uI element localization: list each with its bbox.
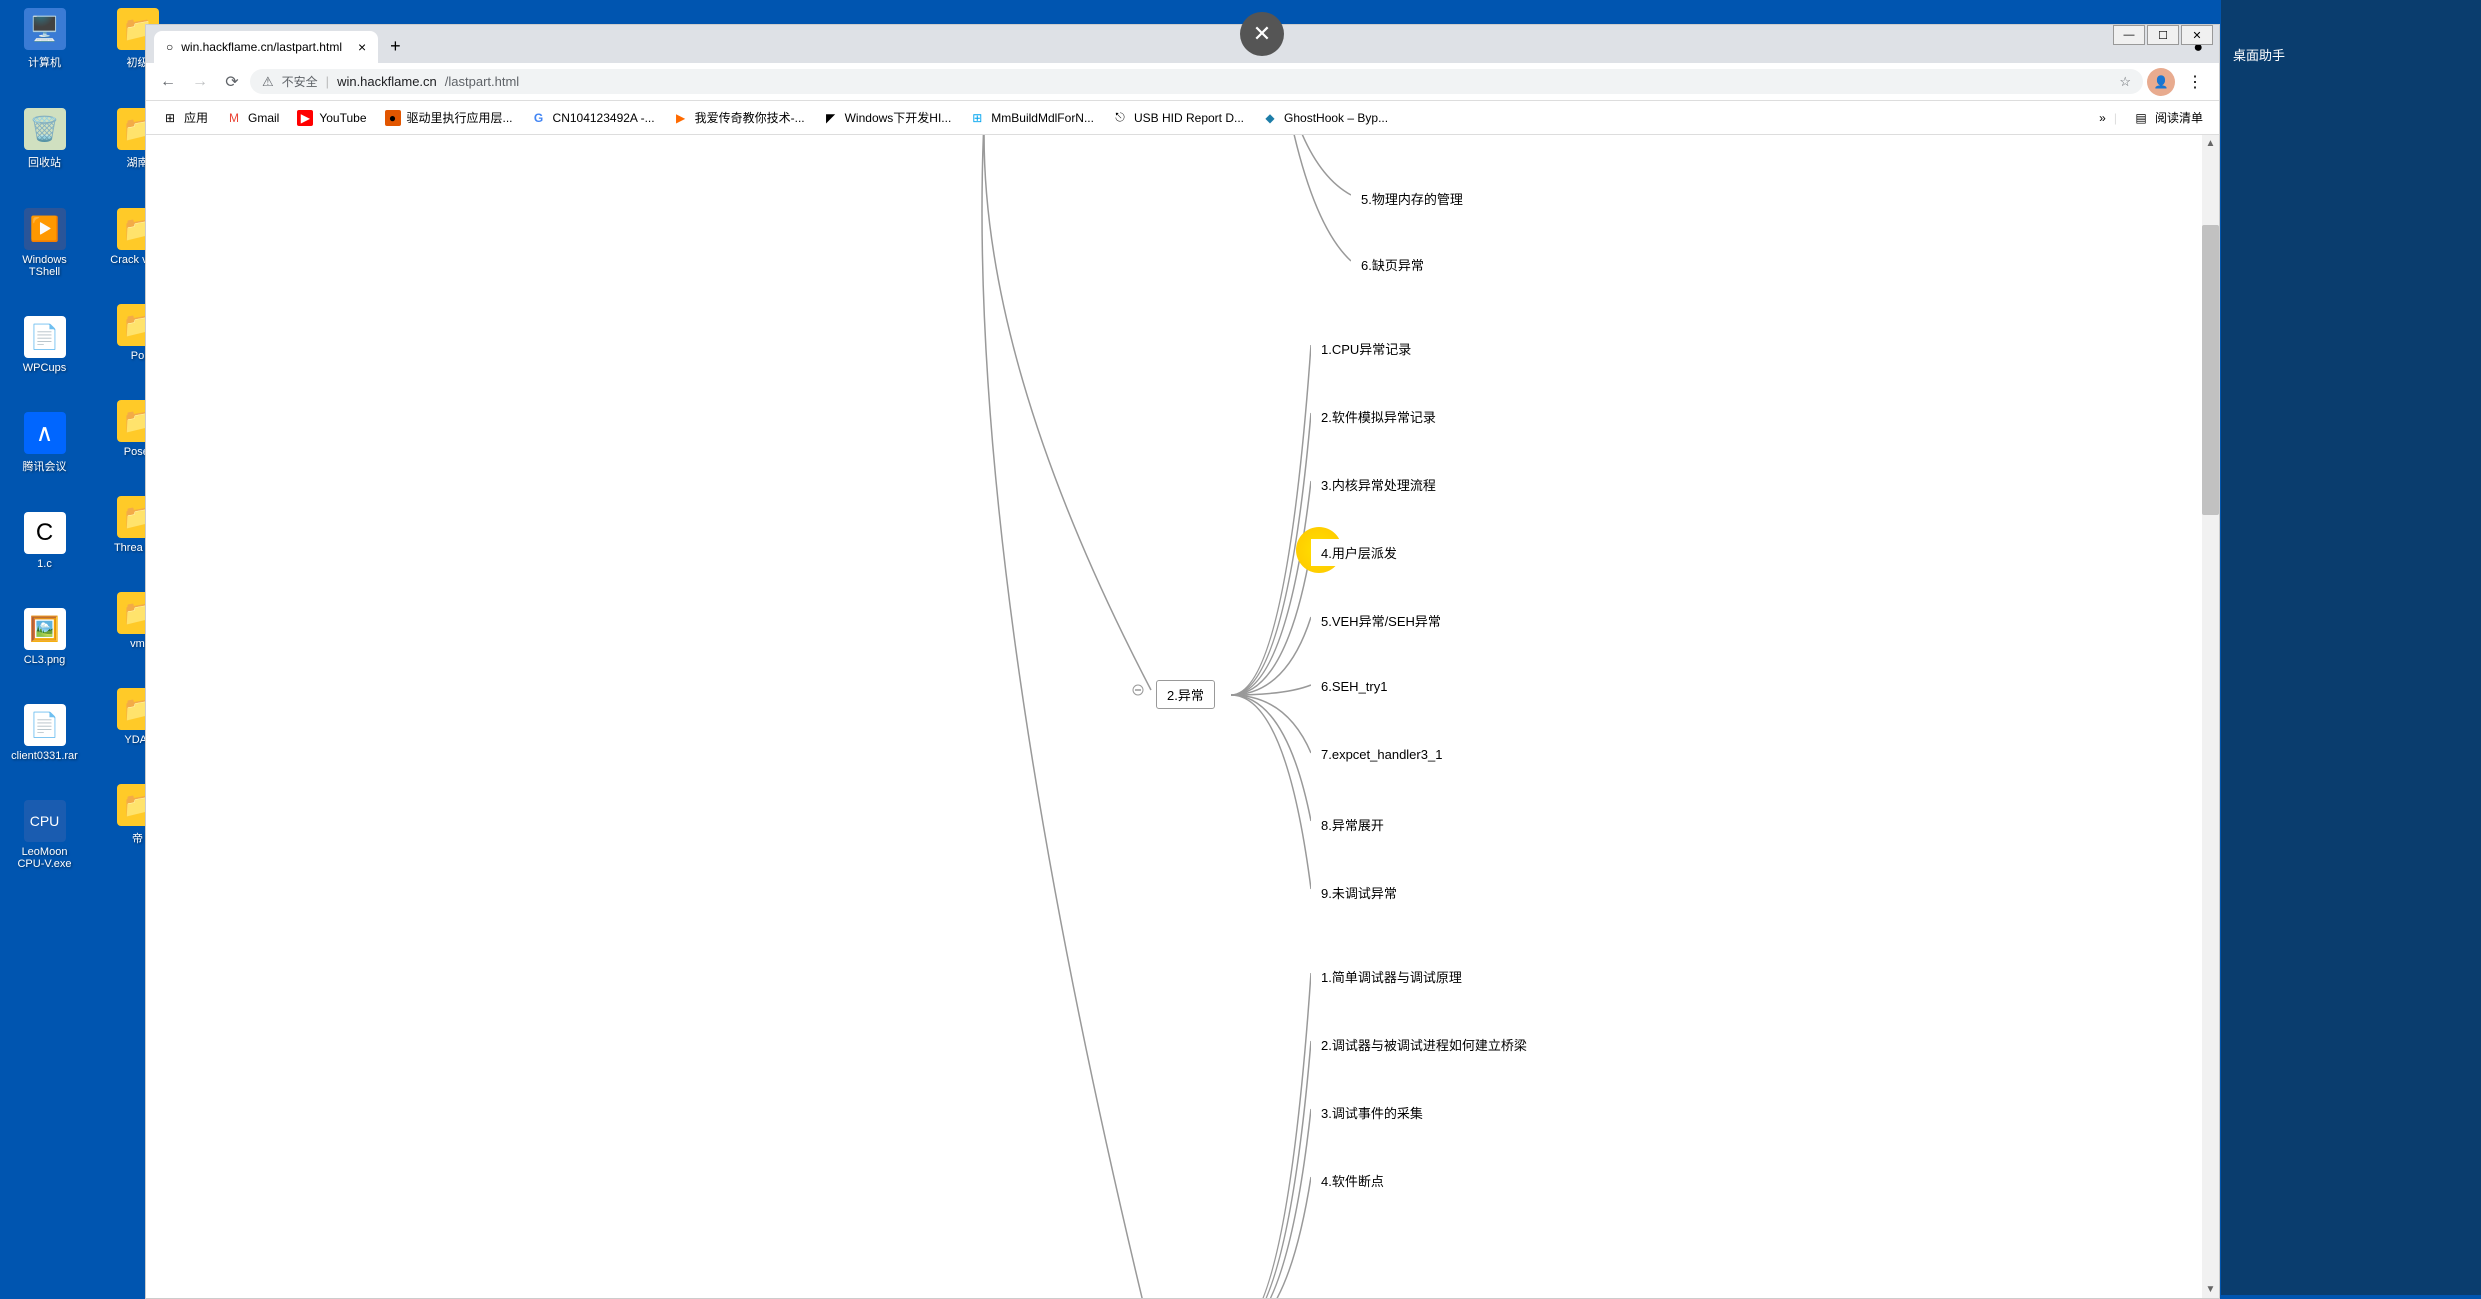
browser-window: — ☐ ✕ ○ win.hackflame.cn/lastpart.html ×…	[145, 24, 2220, 1299]
scrollbar-thumb[interactable]	[2202, 225, 2219, 515]
bookmark-mmbuild[interactable]: ⊞ MmBuildMdlForN...	[961, 106, 1102, 130]
insecure-label: 不安全	[282, 73, 318, 90]
mindmap-parent-exception[interactable]: 2.异常	[1156, 680, 1215, 709]
desktop-icon-cl3[interactable]: 🖼️ CL3.png	[7, 608, 82, 666]
url-path: /lastpart.html	[445, 74, 519, 89]
desktop-icon-computer[interactable]: 🖥️ 计算机	[7, 8, 82, 70]
bookmark-legend[interactable]: ▶ 我爱传奇教你技术-...	[665, 105, 813, 130]
bookmark-windev[interactable]: ◤ Windows下开发HI...	[815, 105, 960, 130]
device-icon: ⎋	[1112, 110, 1128, 126]
mindmap-leaf[interactable]: 2.软件模拟异常记录	[1311, 403, 1446, 430]
gmail-icon: M	[226, 110, 242, 126]
bookmark-apps[interactable]: ⊞ 应用	[154, 105, 216, 130]
mindmap-leaf[interactable]: 4.软件断点	[1311, 1167, 1394, 1194]
computer-icon: 🖥️	[24, 8, 66, 50]
url-bar: ← → ⟳ ⚠ 不安全 | win.hackflame.cn/lastpart.…	[146, 63, 2219, 101]
youtube-icon: ▶	[297, 110, 313, 126]
mindmap-leaf[interactable]: 4.用户层派发	[1311, 539, 1407, 566]
microsoft-icon: ⊞	[969, 110, 985, 126]
window-controls: — ☐ ✕	[2113, 25, 2213, 45]
desktop-icon-tshell[interactable]: ▶️ Windows TShell	[7, 208, 82, 278]
mindmap-leaf[interactable]: 6.SEH_try1	[1311, 675, 1397, 698]
page-content[interactable]: 5.物理内存的管理 6.缺页异常 2.异常 1.CPU异常记录 2.软件模拟异常…	[146, 135, 2219, 1298]
c-file-icon: C	[24, 512, 66, 554]
cpu-app-icon: CPU	[24, 800, 66, 842]
tab-close-button[interactable]: ×	[358, 39, 366, 55]
rar-file-icon: 📄	[24, 704, 66, 746]
reading-list-button[interactable]: ▤ 阅读清单	[2125, 105, 2211, 130]
google-icon: G	[531, 110, 547, 126]
forward-button[interactable]: →	[186, 68, 214, 96]
bookmark-star-icon[interactable]: ☆	[2119, 74, 2131, 90]
url-host: win.hackflame.cn	[337, 74, 437, 89]
bookmark-usbhid[interactable]: ⎋ USB HID Report D...	[1104, 106, 1252, 130]
diamond-icon: ◆	[1262, 110, 1278, 126]
profile-button[interactable]: 👤	[2147, 68, 2175, 96]
tab-bar: ○ win.hackflame.cn/lastpart.html × + ●	[146, 25, 2219, 63]
new-tab-button[interactable]: +	[390, 36, 401, 63]
right-panel-title: 桌面助手	[2221, 0, 2481, 109]
bookmark-driver[interactable]: ● 驱动里执行应用层...	[377, 105, 521, 130]
mindmap-leaf[interactable]: 8.异常展开	[1311, 811, 1394, 838]
bookmarks-bar: ⊞ 应用 M Gmail ▶ YouTube ● 驱动里执行应用层... G C…	[146, 101, 2219, 135]
desktop-icon-cfile[interactable]: C 1.c	[7, 512, 82, 570]
mindmap-svg	[146, 135, 2219, 1298]
triangle-icon: ◤	[823, 110, 839, 126]
desktop-icon-recycle[interactable]: 🗑️ 回收站	[7, 108, 82, 170]
mindmap-leaf[interactable]: 5.物理内存的管理	[1351, 185, 1473, 212]
desktop-icon-cpuv[interactable]: CPU LeoMoon CPU-V.exe	[7, 800, 82, 870]
mindmap-leaf[interactable]: 1.CPU异常记录	[1311, 335, 1421, 362]
tab-title: win.hackflame.cn/lastpart.html	[181, 40, 342, 54]
csdn-icon: ●	[385, 110, 401, 126]
tencent-meeting-icon: ∧	[24, 412, 66, 454]
browser-tab[interactable]: ○ win.hackflame.cn/lastpart.html ×	[154, 31, 378, 63]
insecure-icon: ⚠	[262, 74, 274, 90]
overlay-close-button[interactable]: ✕	[1240, 12, 1284, 56]
scroll-down-arrow[interactable]: ▼	[2202, 1281, 2219, 1298]
mindmap-leaf[interactable]: 1.简单调试器与调试原理	[1311, 963, 1472, 990]
mindmap-leaf[interactable]: 3.调试事件的采集	[1311, 1099, 1433, 1126]
close-window-button[interactable]: ✕	[2181, 25, 2213, 45]
mindmap-leaf[interactable]: 2.调试器与被调试进程如何建立桥梁	[1311, 1031, 1537, 1058]
desktop-icon-wpcups[interactable]: 📄 WPCups	[7, 316, 82, 374]
mindmap-leaf[interactable]: 5.VEH异常/SEH异常	[1311, 607, 1451, 634]
address-bar[interactable]: ⚠ 不安全 | win.hackflame.cn/lastpart.html ☆	[250, 69, 2143, 94]
image-file-icon: 🖼️	[24, 608, 66, 650]
recycle-bin-icon: 🗑️	[24, 108, 66, 150]
bookmark-youtube[interactable]: ▶ YouTube	[289, 106, 374, 130]
bookmark-patent[interactable]: G CN104123492A -...	[523, 106, 663, 130]
apps-icon: ⊞	[162, 110, 178, 126]
play-icon: ▶	[673, 110, 689, 126]
maximize-button[interactable]: ☐	[2147, 25, 2179, 45]
back-button[interactable]: ←	[154, 68, 182, 96]
reload-button[interactable]: ⟳	[218, 68, 246, 96]
tab-favicon: ○	[166, 40, 173, 54]
bookmarks-overflow-button[interactable]: »	[2099, 111, 2106, 125]
mindmap-leaf[interactable]: 3.内核异常处理流程	[1311, 471, 1446, 498]
desktop-icon-client[interactable]: 📄 client0331.rar	[7, 704, 82, 762]
chrome-menu-button[interactable]: ⋮	[2179, 68, 2211, 96]
tshell-icon: ▶️	[24, 208, 66, 250]
profile-avatar-icon: 👤	[2154, 75, 2169, 89]
wpcups-icon: 📄	[24, 316, 66, 358]
scrollbar-track[interactable]: ▲ ▼	[2202, 135, 2219, 1298]
mindmap-leaf[interactable]: 7.expcet_handler3_1	[1311, 743, 1452, 766]
desktop-icon-tencent[interactable]: ∧ 腾讯会议	[7, 412, 82, 474]
right-panel: 桌面助手	[2221, 0, 2481, 1295]
mindmap-leaf[interactable]: 9.未调试异常	[1311, 879, 1407, 906]
reading-list-icon: ▤	[2133, 110, 2149, 126]
bookmark-gmail[interactable]: M Gmail	[218, 106, 287, 130]
scroll-up-arrow[interactable]: ▲	[2202, 135, 2219, 152]
bookmark-ghosthook[interactable]: ◆ GhostHook – Byp...	[1254, 106, 1396, 130]
mindmap-leaf[interactable]: 6.缺页异常	[1351, 251, 1434, 278]
minimize-button[interactable]: —	[2113, 25, 2145, 45]
